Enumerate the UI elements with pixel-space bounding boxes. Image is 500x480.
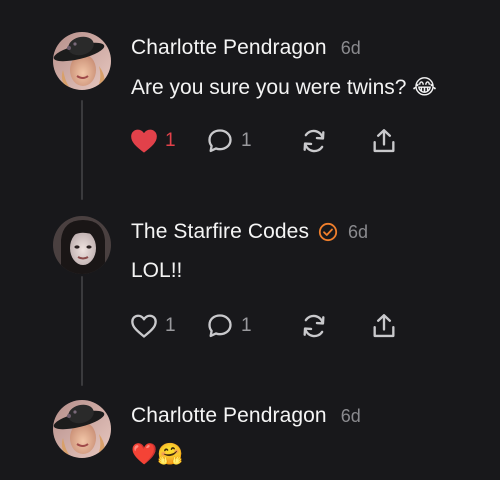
- comment-actions: 1 1: [130, 126, 398, 156]
- repost-button[interactable]: [300, 127, 370, 155]
- avatar[interactable]: [53, 400, 111, 458]
- timestamp: 6d: [348, 221, 369, 242]
- author-name[interactable]: Charlotte Pendragon: [131, 36, 327, 60]
- comment-header: Charlotte Pendragon 6d: [131, 404, 361, 428]
- repost-icon: [300, 312, 328, 340]
- comment-text: Are you sure you were twins? 😂: [131, 76, 437, 99]
- share-button[interactable]: [370, 127, 398, 155]
- heart-outline-icon: [130, 313, 158, 339]
- thread-line: [81, 276, 83, 386]
- avatar[interactable]: [53, 216, 111, 274]
- avatar[interactable]: [53, 32, 111, 90]
- comment-actions: 1 1: [130, 311, 398, 341]
- reply-count: 1: [241, 130, 252, 151]
- like-count: 1: [165, 130, 176, 151]
- share-button[interactable]: [370, 312, 398, 340]
- timestamp: 6d: [340, 405, 361, 426]
- repost-button[interactable]: [300, 312, 370, 340]
- share-icon: [370, 127, 398, 155]
- like-button[interactable]: 1: [130, 128, 206, 154]
- like-count: 1: [165, 315, 176, 336]
- author-name[interactable]: Charlotte Pendragon: [131, 404, 327, 428]
- repost-icon: [300, 127, 328, 155]
- share-icon: [370, 312, 398, 340]
- comment-text: LOL!!: [131, 259, 183, 282]
- author-name[interactable]: The Starfire Codes: [131, 220, 309, 244]
- comment-text: ❤️🤗: [131, 443, 184, 466]
- comment-icon: [206, 312, 234, 340]
- reply-button[interactable]: 1: [206, 312, 300, 340]
- timestamp: 6d: [340, 37, 361, 58]
- comment-icon: [206, 127, 234, 155]
- comment-header: Charlotte Pendragon 6d: [131, 36, 361, 60]
- comment-header: The Starfire Codes 6d: [131, 220, 368, 244]
- like-button[interactable]: 1: [130, 313, 206, 339]
- verified-badge-icon: [318, 222, 338, 242]
- reply-count: 1: [241, 315, 252, 336]
- reply-button[interactable]: 1: [206, 127, 300, 155]
- heart-filled-icon: [130, 128, 158, 154]
- thread-line: [81, 100, 83, 200]
